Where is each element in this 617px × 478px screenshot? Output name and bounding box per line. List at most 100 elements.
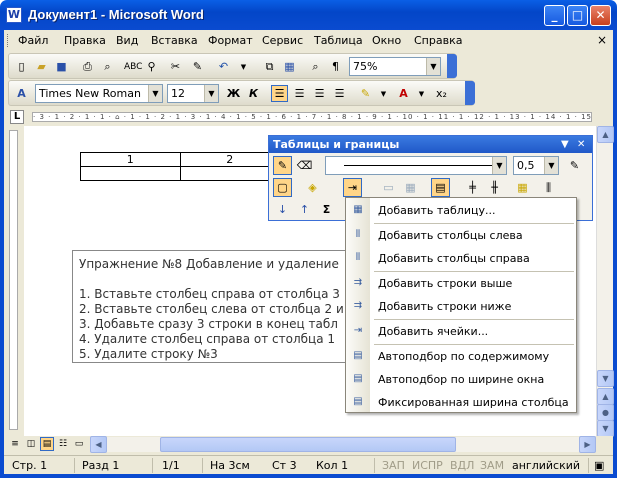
select-browse-object-icon[interactable]: ● — [597, 404, 614, 421]
justify-icon[interactable]: ☰ — [331, 85, 348, 102]
menu-item-insert-table[interactable]: ▦ Добавить таблицу... — [346, 199, 576, 222]
print-preview-icon[interactable]: ⌕ — [99, 58, 116, 75]
exercise-textbox[interactable]: Упражнение №8 Добавление и удаление 1. В… — [72, 250, 372, 363]
next-page-icon[interactable]: ▼ — [597, 420, 614, 437]
subscript-icon[interactable]: x₂ — [433, 85, 450, 102]
font-size-combo[interactable]: 12 ▼ — [167, 84, 219, 103]
outline-view-icon[interactable]: ☷ — [56, 437, 70, 451]
spelling-icon[interactable]: ABC — [123, 58, 142, 75]
toolbar-options-icon[interactable] — [447, 54, 457, 78]
cut-icon[interactable]: ✂ — [167, 58, 184, 75]
new-document-icon[interactable]: ▯ — [13, 58, 30, 75]
font-name-combo[interactable]: Times New Roman ▼ — [35, 84, 163, 103]
merge-cells-icon[interactable]: ▭ — [379, 178, 398, 197]
eraser-icon[interactable]: ⌫ — [295, 156, 314, 175]
word-app-icon[interactable]: W — [6, 7, 22, 23]
align-right-icon[interactable]: ☰ — [311, 85, 328, 102]
line-weight-dropdown-icon[interactable]: ▼ — [544, 157, 558, 174]
open-folder-icon[interactable]: ▰ — [33, 58, 50, 75]
insert-hyperlink-icon[interactable]: ⧉ — [261, 58, 278, 75]
align-left-icon[interactable]: ☰ — [271, 85, 288, 102]
sort-descending-icon[interactable]: ↑ — [295, 200, 314, 219]
toolbar-menu-icon[interactable]: ▼ — [561, 136, 569, 153]
menu-edit[interactable]: Правка — [64, 34, 106, 47]
spelling-status-icon[interactable]: ▣ — [594, 459, 604, 472]
highlight-dropdown-icon[interactable]: ▼ — [375, 85, 392, 102]
table-cell[interactable]: 2 — [179, 152, 280, 167]
menu-format[interactable]: Формат — [208, 34, 253, 47]
outside-border-icon[interactable]: ▢ — [273, 178, 292, 197]
horizontal-scroll-thumb[interactable] — [160, 437, 456, 452]
align-icon[interactable]: ▤ — [431, 178, 450, 197]
menu-item-insert-cells[interactable]: ⇥ Добавить ячейки... — [346, 320, 576, 343]
sort-ascending-icon[interactable]: ↓ — [273, 200, 292, 219]
zoom-dropdown-icon[interactable]: ▼ — [426, 58, 440, 75]
bold-button[interactable]: Ж — [225, 85, 242, 102]
previous-page-icon[interactable]: ▲ — [597, 388, 614, 405]
menu-item-fixed-column-width[interactable]: ▤ Фиксированная ширина столбца — [346, 391, 576, 414]
shading-color-icon[interactable]: ◈ — [303, 178, 322, 197]
ruler-scale[interactable]: · 3 · 1 · 2 · 1 · 1 · ⌂ · 1 · 1 · 2 · 1 … — [32, 112, 592, 122]
line-style-dropdown-icon[interactable]: ▼ — [492, 157, 506, 174]
menu-table[interactable]: Таблица — [314, 34, 363, 47]
toolbar-close-icon[interactable]: ✕ — [577, 136, 585, 153]
font-color-dropdown-icon[interactable]: ▼ — [413, 85, 430, 102]
close-document-icon[interactable]: × — [597, 33, 607, 47]
undo-icon[interactable]: ↶ — [215, 58, 232, 75]
status-record[interactable]: ЗАП — [382, 459, 405, 472]
font-color-icon[interactable]: A — [395, 85, 412, 102]
format-painter-icon[interactable]: ✎ — [189, 58, 206, 75]
tables-toolbar-title-bar[interactable]: Таблицы и границы ▼ ✕ — [269, 136, 592, 153]
line-style-combo[interactable]: ▼ — [325, 156, 507, 175]
menu-file[interactable]: Файл — [18, 34, 48, 47]
status-track-changes[interactable]: ИСПР — [412, 459, 443, 472]
tab-selector[interactable]: L — [10, 110, 24, 124]
status-overtype[interactable]: ЗАМ — [480, 459, 504, 472]
scroll-down-icon[interactable]: ▼ — [597, 370, 614, 387]
zoom-combo[interactable]: 75% ▼ — [349, 57, 441, 76]
menu-view[interactable]: Вид — [116, 34, 138, 47]
menu-item-insert-columns-left[interactable]: ⫴ Добавить столбцы слева — [346, 224, 576, 247]
normal-view-icon[interactable]: ≡ — [8, 437, 22, 451]
table-autoformat-icon[interactable]: ▦ — [513, 178, 532, 197]
horizontal-scrollbar[interactable]: ◀ ▶ — [90, 436, 596, 453]
table-cell[interactable] — [179, 166, 280, 181]
border-color-icon[interactable]: ✎ — [565, 156, 584, 175]
vertical-scrollbar[interactable]: ▲ ▼ ▲ ● ▼ — [596, 126, 614, 437]
menu-insert[interactable]: Вставка — [151, 34, 198, 47]
status-extend[interactable]: ВДЛ — [450, 459, 474, 472]
undo-dropdown-icon[interactable]: ▼ — [235, 58, 252, 75]
vertical-ruler-scale[interactable] — [9, 130, 18, 430]
font-name-dropdown-icon[interactable]: ▼ — [148, 85, 162, 102]
distribute-rows-icon[interactable]: ╪ — [463, 178, 482, 197]
insert-table-dropdown-icon[interactable]: ⇥ — [343, 178, 362, 197]
close-button[interactable]: ✕ — [590, 5, 611, 26]
menu-item-autofit-window[interactable]: ▤ Автоподбор по ширине окна — [346, 368, 576, 391]
scroll-right-icon[interactable]: ▶ — [579, 436, 596, 453]
table-cell[interactable] — [80, 166, 181, 181]
show-formatting-marks-icon[interactable]: ¶ — [327, 58, 344, 75]
minimize-button[interactable]: _ — [544, 5, 565, 26]
change-text-direction-icon[interactable]: ⫼ — [539, 178, 558, 197]
menu-grip[interactable] — [7, 34, 10, 47]
menu-tools[interactable]: Сервис — [262, 34, 303, 47]
italic-button[interactable]: К — [245, 85, 262, 102]
research-icon[interactable]: ⚲ — [143, 58, 160, 75]
save-icon[interactable]: ■ — [53, 58, 70, 75]
line-weight-combo[interactable]: 0,5 ▼ — [513, 156, 559, 175]
menu-item-insert-columns-right[interactable]: ⫴ Добавить столбцы справа — [346, 247, 576, 270]
maximize-button[interactable]: □ — [567, 5, 588, 26]
print-layout-icon[interactable]: ▤ — [40, 437, 54, 451]
styles-icon[interactable]: A — [13, 85, 30, 102]
document-map-icon[interactable]: ⌕ — [307, 58, 324, 75]
align-center-icon[interactable]: ☰ — [291, 85, 308, 102]
web-view-icon[interactable]: ◫ — [24, 437, 38, 451]
menu-item-insert-rows-below[interactable]: ⇉ Добавить строки ниже — [346, 295, 576, 318]
distribute-columns-icon[interactable]: ╫ — [485, 178, 504, 197]
font-size-dropdown-icon[interactable]: ▼ — [204, 85, 218, 102]
menu-item-autofit-contents[interactable]: ▤ Автоподбор по содержимому — [346, 345, 576, 368]
menu-item-insert-rows-above[interactable]: ⇉ Добавить строки выше — [346, 272, 576, 295]
highlight-icon[interactable]: ✎ — [357, 85, 374, 102]
reading-view-icon[interactable]: ▭ — [72, 437, 86, 451]
document-table[interactable]: 1 2 — [80, 152, 280, 181]
